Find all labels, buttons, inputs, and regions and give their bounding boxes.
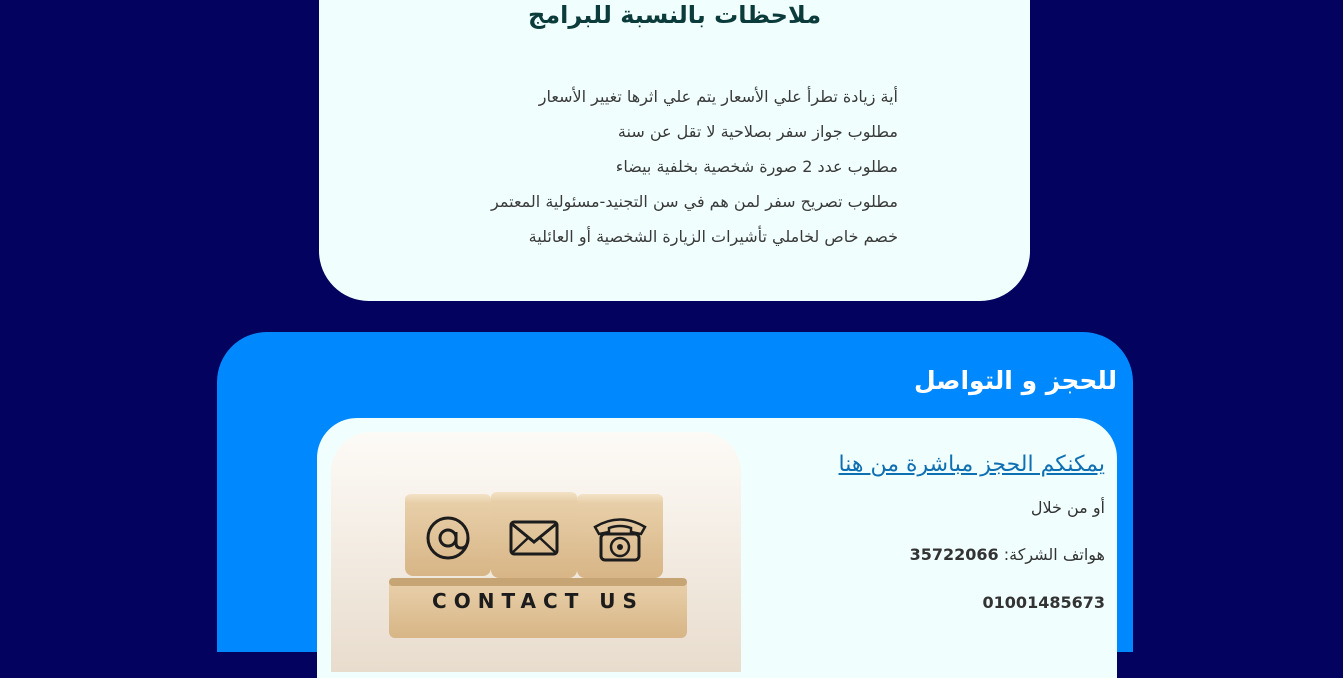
- envelope-cube: [491, 492, 577, 578]
- telephone-cube: [577, 494, 663, 578]
- contact-card: يمكنكم الحجز مباشرة من هنا أو من خلال هو…: [317, 418, 1117, 678]
- notes-card: ملاحظات بالنسبة للبرامج أية زيادة تطرأ ع…: [319, 0, 1030, 301]
- phone-number: 35722066: [909, 545, 999, 564]
- notes-list: أية زيادة تطرأ علي الأسعار يتم علي اثرها…: [491, 79, 898, 254]
- list-item: مطلوب عدد 2 صورة شخصية بخلفية بيضاء: [615, 157, 898, 176]
- list-item: أية زيادة تطرأ علي الأسعار يتم علي اثرها…: [538, 87, 898, 106]
- notes-title: ملاحظات بالنسبة للبرامج: [527, 1, 822, 29]
- contact-us-text: CONTACT US: [432, 589, 644, 613]
- list-item: خصم خاص لخاملي تأشيرات الزيارة الشخصية أ…: [528, 227, 898, 246]
- contact-us-image: CONTACT US: [331, 432, 741, 672]
- mobile-number: 01001485673: [982, 593, 1105, 612]
- contact-section: للحجز و التواصل يمكنكم الحجز مباشرة من ه…: [217, 332, 1133, 678]
- list-item: مطلوب تصريح سفر لمن هم في سن التجنيد-مسئ…: [491, 192, 898, 211]
- or-text: أو من خلال: [1030, 498, 1105, 517]
- company-phones: هواتف الشركة: 35722066: [910, 545, 1105, 564]
- contact-heading: للحجز و التواصل: [913, 366, 1117, 395]
- list-item: مطلوب جواز سفر بصلاحية لا تقل عن سنة: [617, 122, 898, 141]
- phones-label: هواتف الشركة:: [1003, 545, 1105, 564]
- book-now-link[interactable]: يمكنكم الحجز مباشرة من هنا: [839, 452, 1105, 477]
- at-sign-cube: [405, 494, 491, 576]
